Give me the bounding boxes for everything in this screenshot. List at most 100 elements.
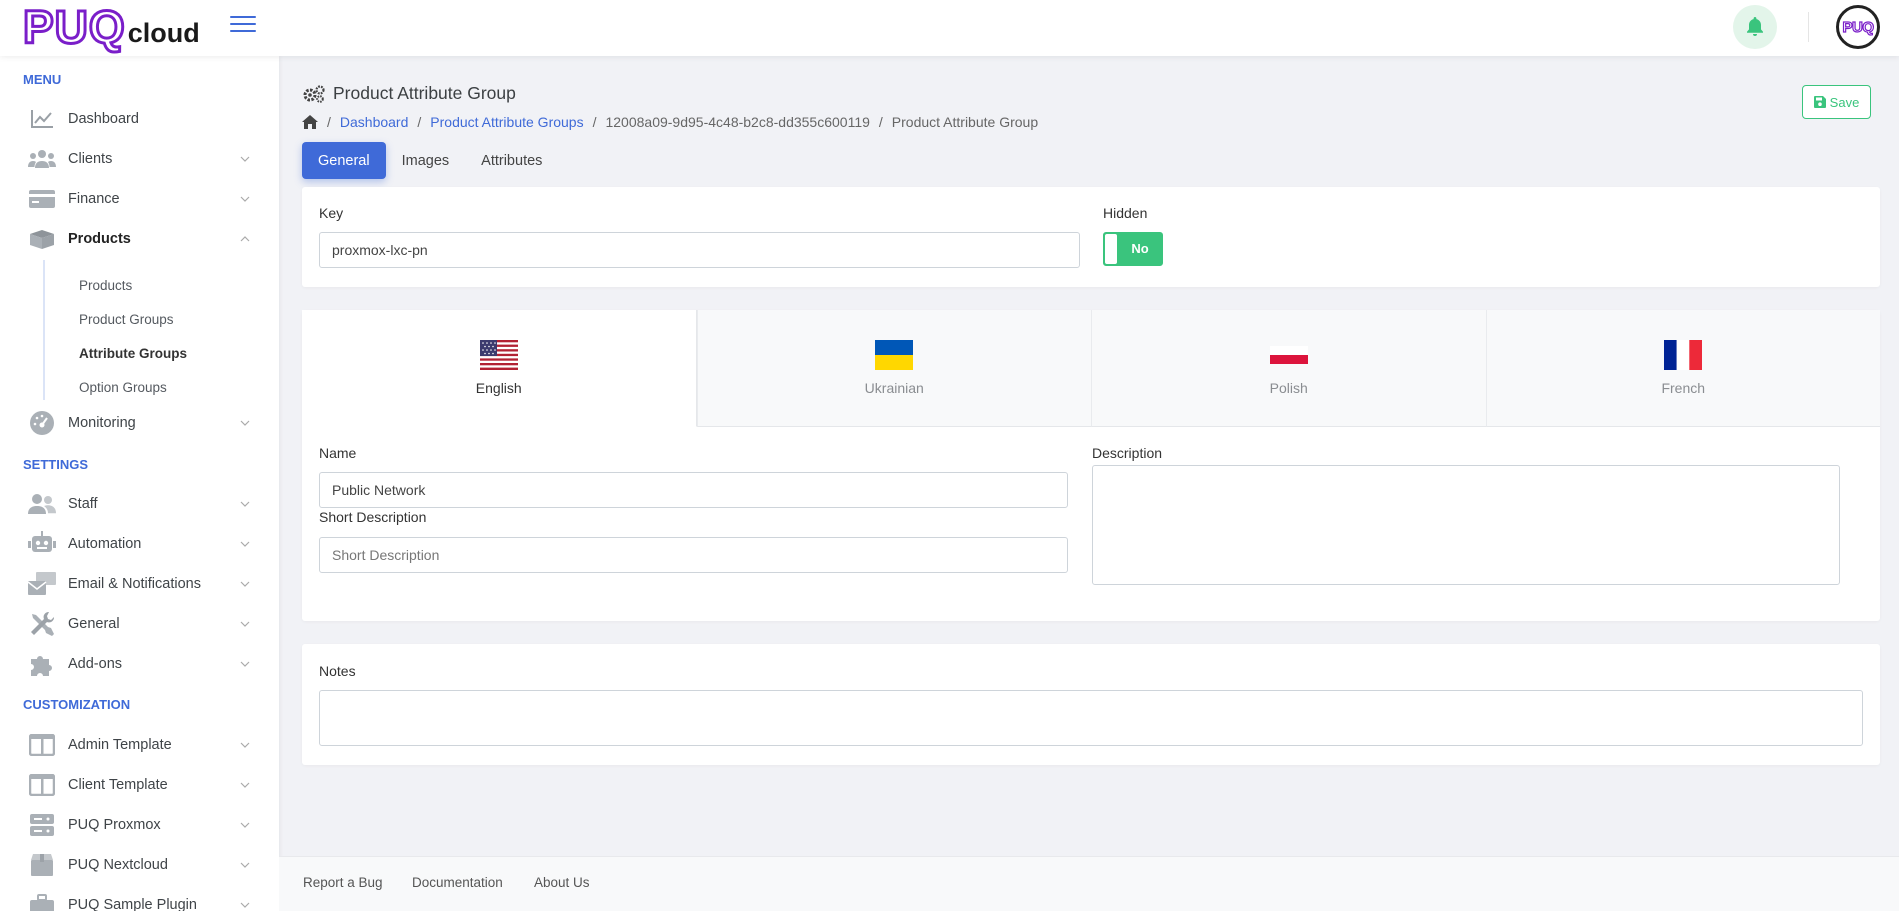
- sidebar-subitem-products[interactable]: Products: [79, 278, 132, 293]
- key-label: Key: [319, 205, 344, 221]
- sidebar-item-dashboard[interactable]: Dashboard: [28, 103, 250, 135]
- save-label: Save: [1829, 94, 1860, 110]
- language-name: English: [475, 380, 522, 396]
- bell-icon: [1747, 17, 1763, 36]
- sidebar-item-monitoring[interactable]: Monitoring: [28, 407, 250, 439]
- cogs-icon: [303, 84, 325, 103]
- language-tab-polish[interactable]: Polish: [1091, 310, 1486, 427]
- save-button[interactable]: Save: [1802, 85, 1871, 119]
- sidebar-subitem-attribute-groups[interactable]: Attribute Groups: [79, 346, 187, 361]
- logo-sub-text: cloud: [127, 18, 200, 48]
- sidebar-item-client-template[interactable]: Client Template: [28, 769, 250, 801]
- tab-attributes[interactable]: Attributes: [465, 142, 558, 179]
- sidebar-item-automation[interactable]: Automation: [28, 528, 250, 560]
- sidebar-item-label: General: [68, 616, 120, 632]
- language-tab-english[interactable]: English: [302, 310, 697, 427]
- tab-images[interactable]: Images: [386, 142, 466, 179]
- save-icon: [1813, 96, 1826, 108]
- sidebar-item-label: Add-ons: [68, 656, 123, 672]
- sidebar-item-label: Automation: [68, 536, 142, 552]
- sidebar-item-staff[interactable]: Staff: [28, 488, 250, 520]
- hamburger-icon: [230, 16, 256, 18]
- sidebar-item-puq-sample-plugin[interactable]: PUQ Sample Plugin: [28, 889, 250, 911]
- columns-icon: [28, 771, 56, 799]
- breadcrumb: / Dashboard / Product Attribute Groups /…: [302, 114, 1038, 130]
- briefcase-icon: [28, 891, 56, 911]
- chevron-down-icon: [240, 621, 250, 627]
- sidebar-item-finance[interactable]: Finance: [28, 183, 250, 215]
- us-flag-icon: [479, 340, 518, 370]
- ua-flag-icon: [875, 340, 914, 370]
- language-tab-french[interactable]: French: [1485, 310, 1880, 427]
- key-input[interactable]: proxmox-lxc-pn: [319, 232, 1080, 268]
- sidebar-item-label: PUQ Nextcloud: [68, 857, 168, 873]
- sidebar-item-label: Client Template: [68, 777, 168, 793]
- sidebar-item-admin-template[interactable]: Admin Template: [28, 729, 250, 761]
- chevron-down-icon: [240, 902, 250, 908]
- sidebar-item-general[interactable]: General: [28, 608, 250, 640]
- sidebar-item-label: Products: [68, 231, 131, 247]
- chevron-down-icon: [240, 156, 250, 162]
- hidden-label: Hidden: [1103, 205, 1148, 221]
- customization-heading: CUSTOMIZATION: [23, 697, 131, 712]
- sidebar-subitem-option-groups[interactable]: Option Groups: [79, 380, 167, 395]
- chevron-down-icon: [240, 196, 250, 202]
- toggle-knob: [1105, 234, 1117, 264]
- breadcrumb-dashboard-link[interactable]: Dashboard: [340, 114, 409, 130]
- notifications-button[interactable]: [1733, 5, 1777, 49]
- chevron-down-icon: [240, 420, 250, 426]
- hidden-toggle[interactable]: No: [1103, 232, 1163, 266]
- chevron-down-icon: [240, 661, 250, 667]
- page-title: Product Attribute Group: [302, 83, 516, 104]
- staff-icon: [28, 490, 56, 518]
- breadcrumb-current: Product Attribute Group: [891, 114, 1039, 130]
- sidebar-item-add-ons[interactable]: Add-ons: [28, 648, 250, 680]
- short-description-label: Short Description: [319, 509, 427, 525]
- menu-heading: MENU: [23, 72, 62, 87]
- sidebar-item-label: Dashboard: [68, 111, 139, 127]
- mail-bulk-icon: [28, 570, 56, 598]
- sidebar-item-label: Monitoring: [68, 415, 136, 431]
- sidebar-item-email-notifications[interactable]: Email & Notifications: [28, 568, 250, 600]
- menu-toggle-button[interactable]: [230, 16, 256, 34]
- sidebar-item-puq-proxmox[interactable]: PUQ Proxmox: [28, 809, 250, 841]
- header-divider: [1808, 12, 1809, 42]
- description-textarea[interactable]: [1092, 465, 1840, 585]
- name-input[interactable]: Public Network: [319, 472, 1068, 508]
- sidebar-subitem-product-groups[interactable]: Product Groups: [79, 312, 174, 327]
- logo-main-text: PUQ: [22, 1, 127, 53]
- users-icon: [28, 145, 56, 173]
- name-label: Name: [319, 445, 357, 461]
- logo[interactable]: PUQ cloud: [22, 1, 200, 53]
- columns-icon: [28, 731, 56, 759]
- notes-label: Notes: [319, 663, 356, 679]
- box-icon: [28, 851, 56, 879]
- sidebar-item-label: Staff: [68, 496, 98, 512]
- submenu-line: [43, 260, 45, 400]
- server-icon: [28, 811, 56, 839]
- tachometer-icon: [28, 409, 56, 437]
- notes-textarea[interactable]: [319, 690, 1863, 746]
- footer: Report a Bug Documentation About Us: [279, 856, 1899, 911]
- avatar[interactable]: PUQ: [1836, 5, 1880, 49]
- breadcrumb-attribute-groups-link[interactable]: Product Attribute Groups: [430, 114, 583, 130]
- credit-card-icon: [28, 185, 56, 213]
- footer-documentation-link[interactable]: Documentation: [412, 875, 503, 890]
- short-description-input[interactable]: Short Description: [319, 537, 1068, 573]
- chevron-down-icon: [240, 501, 250, 507]
- language-tab-ukrainian[interactable]: Ukrainian: [696, 310, 1091, 427]
- sidebar-item-clients[interactable]: Clients: [28, 143, 250, 175]
- sidebar-item-label: Admin Template: [68, 737, 172, 753]
- tab-general[interactable]: General: [302, 142, 386, 179]
- boxes-icon: [28, 225, 56, 253]
- footer-about-us-link[interactable]: About Us: [534, 875, 590, 890]
- sidebar-item-products[interactable]: Products: [28, 223, 250, 255]
- settings-heading: SETTINGS: [23, 457, 89, 472]
- fr-flag-icon: [1664, 340, 1703, 370]
- chevron-down-icon: [240, 742, 250, 748]
- sidebar-item-puq-nextcloud[interactable]: PUQ Nextcloud: [28, 849, 250, 881]
- footer-report-bug-link[interactable]: Report a Bug: [303, 875, 383, 890]
- chart-line-icon: [28, 105, 56, 133]
- home-icon[interactable]: [302, 115, 318, 129]
- language-name: Polish: [1269, 380, 1308, 396]
